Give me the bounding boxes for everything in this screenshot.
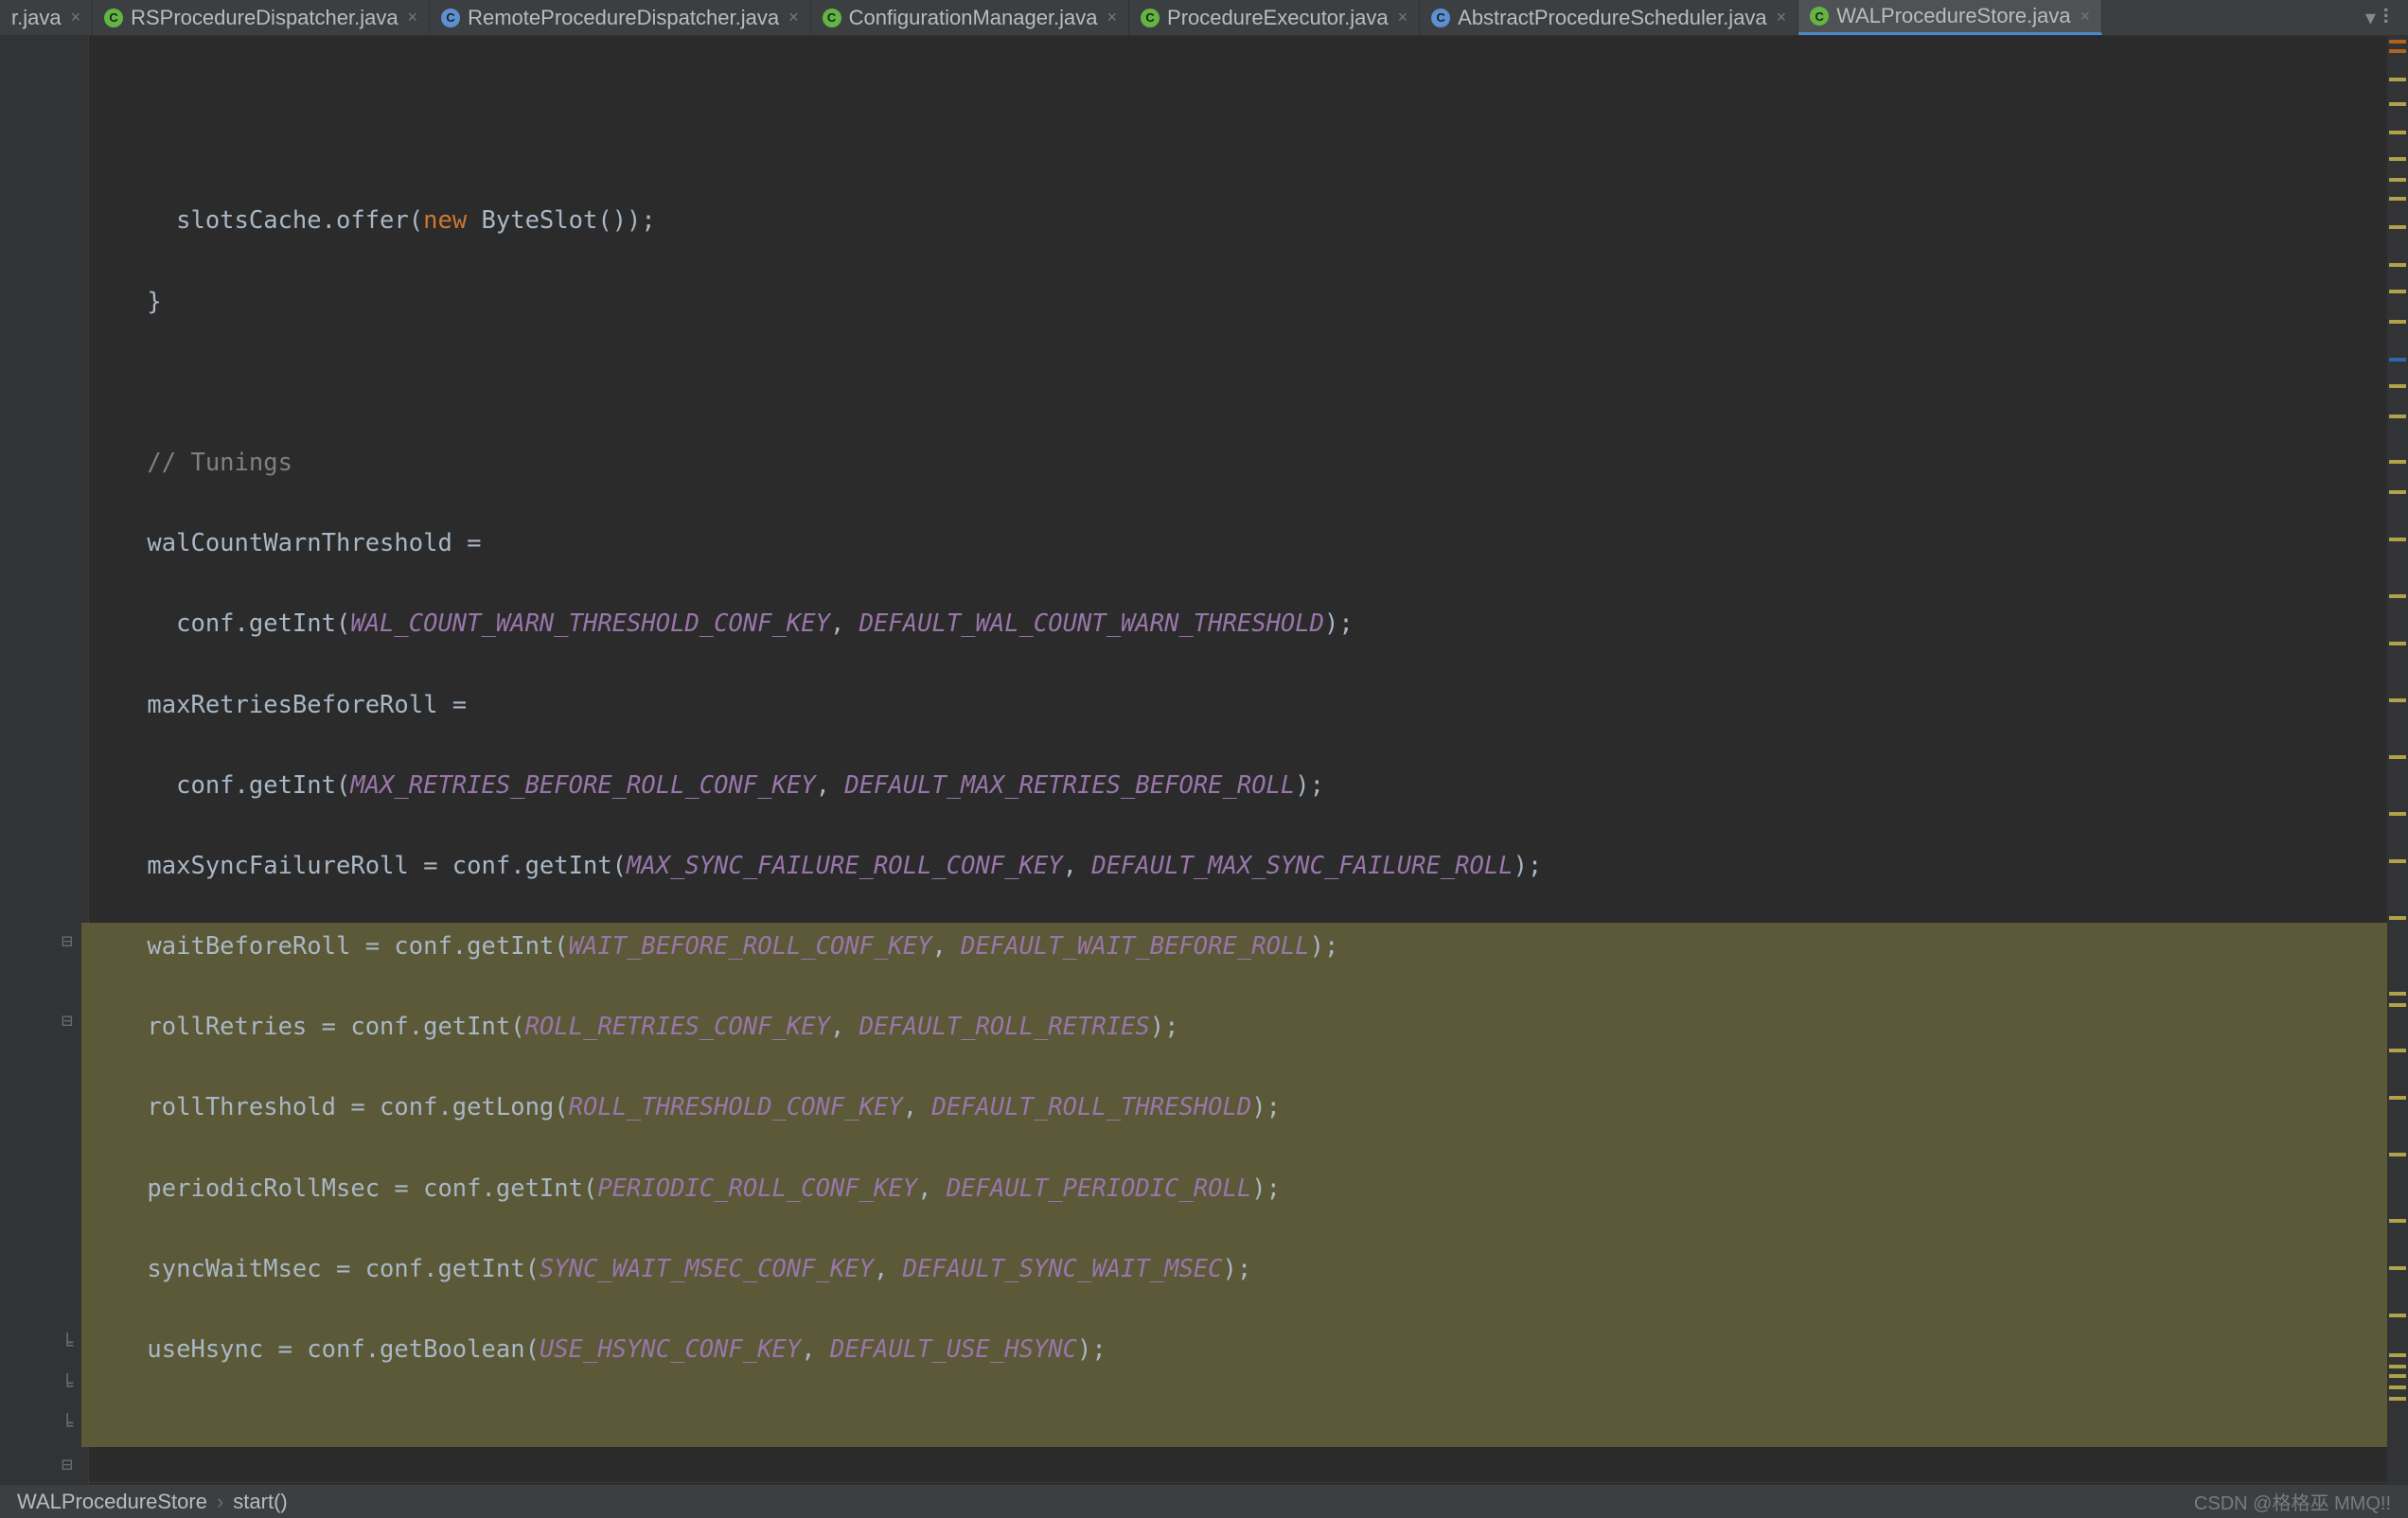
breadcrumb-separator-icon: › xyxy=(207,1490,233,1514)
fold-end-icon[interactable]: ╘ xyxy=(57,1373,78,1394)
close-icon[interactable]: × xyxy=(1398,8,1408,27)
fold-collapse-icon[interactable]: ⊟ xyxy=(57,929,78,950)
fold-end-icon[interactable]: ╘ xyxy=(57,1413,78,1434)
interface-icon: C xyxy=(1431,9,1450,27)
tab-walprocedurestore[interactable]: C WALProcedureStore.java × xyxy=(1798,0,2102,35)
class-icon: C xyxy=(1810,7,1829,26)
close-icon[interactable]: × xyxy=(2080,7,2091,26)
class-icon: C xyxy=(104,9,123,27)
close-icon[interactable]: × xyxy=(1107,8,1118,27)
tab-rsproceduredispatcher[interactable]: C RSProcedureDispatcher.java × xyxy=(93,0,430,35)
gutter[interactable]: ⊟ ⊟ ╘ ╘ ╘ ⊟ xyxy=(0,36,89,1484)
tab-label: ConfigurationManager.java xyxy=(849,6,1098,30)
class-icon: C xyxy=(1141,9,1160,27)
tabs-overflow[interactable]: ▾ ⠇ xyxy=(2356,0,2408,35)
tab-label: RSProcedureDispatcher.java xyxy=(131,6,398,30)
tab-partial[interactable]: r.java × xyxy=(0,0,93,35)
class-icon: C xyxy=(823,9,841,27)
tab-configurationmanager[interactable]: C ConfigurationManager.java × xyxy=(811,0,1129,35)
fold-end-icon[interactable]: ╘ xyxy=(57,1333,78,1353)
chevron-down-icon[interactable]: ▾ xyxy=(2365,6,2376,30)
close-icon[interactable]: × xyxy=(788,8,799,27)
editor-area: ⊟ ⊟ ╘ ╘ ╘ ⊟ slotsCache.offer(new ByteSlo… xyxy=(0,36,2408,1484)
editor-tabs: r.java × C RSProcedureDispatcher.java × … xyxy=(0,0,2408,36)
tab-procedureexecutor[interactable]: C ProcedureExecutor.java × xyxy=(1129,0,1420,35)
fold-collapse-icon[interactable]: ⊟ xyxy=(57,1009,78,1030)
breadcrumb-method[interactable]: start() xyxy=(233,1490,287,1514)
fold-collapse-icon[interactable]: ⊟ xyxy=(57,1453,78,1474)
status-bar: WALProcedureStore › start() CSDN @格格巫 MM… xyxy=(0,1484,2408,1518)
tab-label: WALProcedureStore.java xyxy=(1836,4,2070,28)
code-editor[interactable]: slotsCache.offer(new ByteSlot()); } // T… xyxy=(89,36,2387,1484)
error-stripe[interactable] xyxy=(2387,36,2408,1484)
breadcrumb-class[interactable]: WALProcedureStore xyxy=(17,1490,207,1514)
close-icon[interactable]: × xyxy=(71,8,81,27)
close-icon[interactable]: × xyxy=(408,8,418,27)
tab-label: AbstractProcedureScheduler.java xyxy=(1458,6,1767,30)
watermark-text: CSDN @格格巫 MMQ!! xyxy=(2194,1488,2391,1515)
close-icon[interactable]: × xyxy=(1777,8,1787,27)
tab-label: r.java xyxy=(11,6,62,30)
tab-label: RemoteProcedureDispatcher.java xyxy=(468,6,779,30)
more-icon[interactable]: ⠇ xyxy=(2381,6,2399,30)
interface-icon: C xyxy=(441,9,460,27)
tab-label: ProcedureExecutor.java xyxy=(1167,6,1389,30)
method-separator xyxy=(89,1482,2387,1483)
tab-abstractprocedurescheduler[interactable]: C AbstractProcedureScheduler.java × xyxy=(1420,0,1798,35)
tab-remoteproceduredispatcher[interactable]: C RemoteProcedureDispatcher.java × xyxy=(430,0,810,35)
